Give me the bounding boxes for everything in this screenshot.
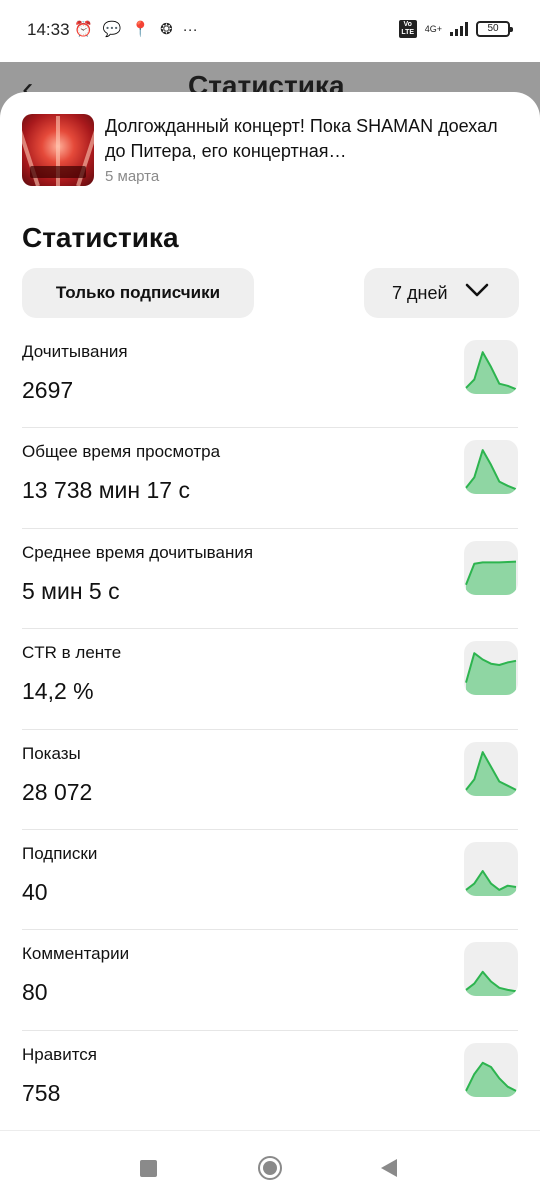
metric-value: 5 мин 5 с [22, 577, 120, 604]
battery-icon: 50 [476, 21, 513, 37]
metric-value: 13 738 мин 17 с [22, 477, 190, 504]
recents-icon[interactable] [140, 1160, 157, 1177]
metric-value: 80 [22, 979, 48, 1006]
metric-value: 28 072 [22, 778, 93, 805]
volte-badge: Vo LTE [398, 20, 417, 38]
more-icon: ··· [182, 21, 198, 38]
post-preview[interactable]: Долгожданный концерт! Пока SHAMAN доехал… [22, 114, 522, 188]
metric-value: 758 [22, 1079, 61, 1106]
metric-label: Нравится [22, 1044, 98, 1064]
metric-label: Среднее время дочитывания [22, 542, 254, 562]
metrics-list: Дочитывания 2697 Общее время просмотра 13 7… [22, 328, 518, 1130]
metric-label: Общее время просмотра [22, 442, 221, 462]
status-icons-left: ⏰ 💬 📍 ❂ ··· [74, 20, 198, 40]
navigation-bar [0, 1130, 540, 1200]
location-icon: 📍 [131, 21, 151, 38]
metric-row[interactable]: Дочитывания 2697 [22, 328, 518, 429]
status-icons-right: Vo LTE 4G+ 50 [398, 20, 513, 38]
subscribers-only-filter[interactable]: Только подписчики [22, 268, 254, 318]
metric-row[interactable]: Нравится 758 [22, 1031, 518, 1130]
sparkline-chart[interactable] [464, 942, 518, 997]
metric-value: 14,2 % [22, 678, 94, 705]
sparkline-chart[interactable] [464, 540, 518, 595]
metric-label: Дочитывания [22, 342, 128, 361]
sparkline-chart[interactable] [464, 741, 518, 796]
network-label: 4G+ [424, 23, 442, 34]
sparkline-chart[interactable] [464, 440, 518, 495]
metric-row[interactable]: Подписки 40 [22, 830, 518, 931]
metric-label: Подписки [22, 843, 98, 863]
back-icon[interactable] [381, 1159, 397, 1177]
metric-value: 2697 [22, 377, 74, 403]
chevron-down-icon [465, 283, 489, 297]
stats-sheet: Долгожданный концерт! Пока SHAMAN доехал… [0, 92, 540, 1130]
sparkline-chart[interactable] [464, 340, 518, 394]
signal-icon [450, 22, 468, 36]
home-icon[interactable] [258, 1156, 282, 1180]
post-date: 5 марта [105, 168, 160, 185]
period-select[interactable]: 7 дней [364, 268, 519, 318]
metric-row[interactable]: Комментарии 80 [22, 930, 518, 1031]
assistant-icon: ❂ [160, 21, 173, 38]
status-time: 14:33 [27, 20, 70, 39]
metric-label: Показы [22, 743, 81, 763]
metric-label: CTR в ленте [22, 643, 122, 663]
period-label: 7 дней [392, 283, 448, 303]
metric-value: 40 [22, 878, 48, 905]
metric-row[interactable]: Общее время просмотра 13 738 мин 17 с [22, 428, 518, 529]
metric-label: Комментарии [22, 944, 130, 964]
status-bar: 14:33 ⏰ 💬 📍 ❂ ··· Vo LTE 4G+ 50 [0, 0, 540, 62]
metric-row[interactable]: CTR в ленте 14,2 % [22, 629, 518, 730]
post-thumbnail [22, 114, 94, 186]
sparkline-chart[interactable] [464, 1042, 518, 1097]
metric-row[interactable]: Среднее время дочитывания 5 мин 5 с [22, 529, 518, 630]
sparkline-area [466, 352, 516, 394]
sparkline-chart[interactable] [464, 641, 518, 696]
sparkline-area [466, 751, 516, 796]
stats-title: Статистика [22, 222, 179, 253]
post-title: Долгожданный концерт! Пока SHAMAN доехал… [105, 116, 498, 161]
sparkline-area [466, 450, 516, 495]
chat-icon: 💬 [102, 21, 122, 38]
alarm-icon: ⏰ [74, 21, 93, 38]
sparkline-chart[interactable] [464, 841, 518, 896]
metric-row[interactable]: Показы 28 072 [22, 730, 518, 830]
